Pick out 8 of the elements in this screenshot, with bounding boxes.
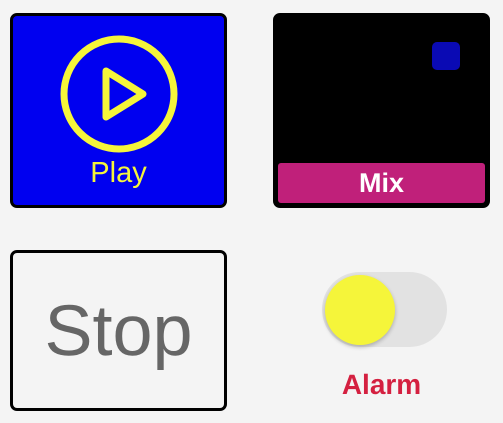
stop-button[interactable]: Stop: [10, 250, 227, 411]
play-icon: [58, 34, 178, 154]
indicator-icon: [432, 42, 460, 70]
play-button[interactable]: Play: [10, 13, 227, 208]
alarm-label: Alarm: [342, 369, 422, 401]
play-label: Play: [90, 157, 147, 190]
mix-button[interactable]: Mix: [273, 13, 490, 208]
mix-label: Mix: [278, 163, 485, 203]
